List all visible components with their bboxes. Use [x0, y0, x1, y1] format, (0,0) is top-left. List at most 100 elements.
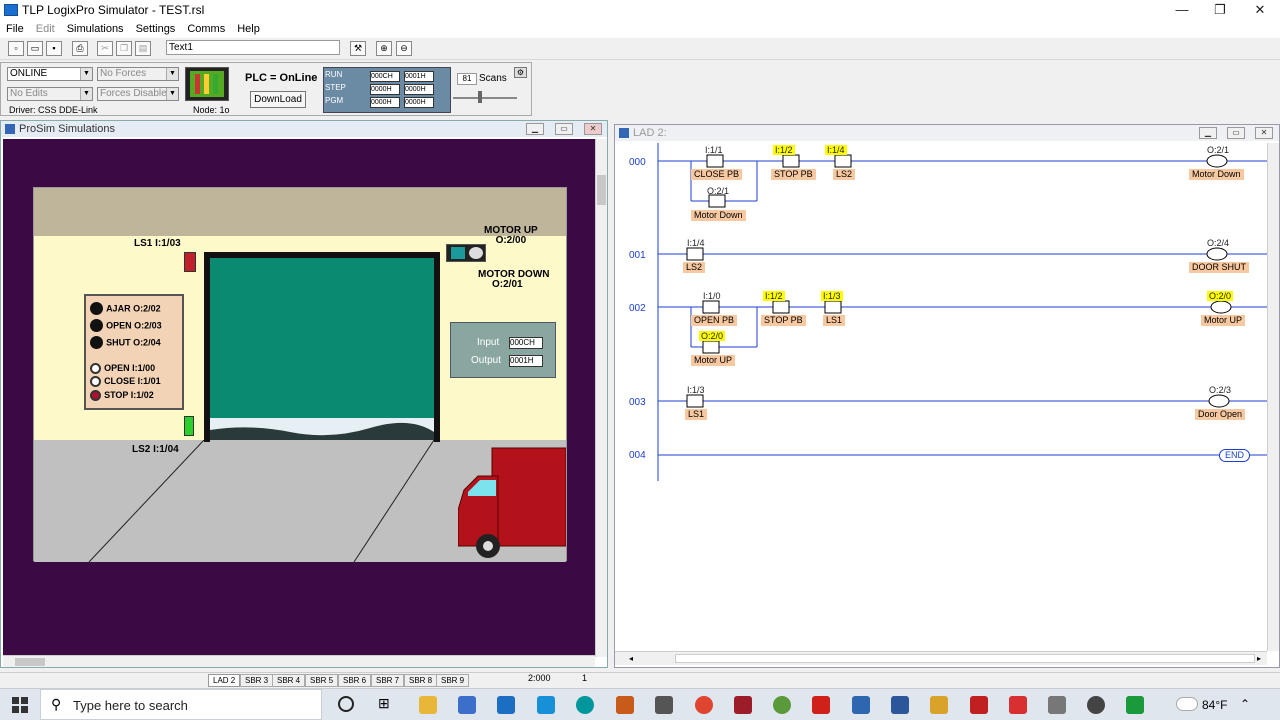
scroll-left-icon[interactable]: ◂ [629, 655, 637, 663]
scroll-thumb[interactable] [675, 654, 1255, 663]
open-folder-icon[interactable]: ▭ [27, 41, 43, 56]
slider-thumb[interactable] [478, 91, 482, 103]
open-pushbutton-icon[interactable] [90, 362, 101, 374]
tab-sbr5[interactable]: SBR 5 [305, 674, 339, 687]
print-icon[interactable]: ⎙ [72, 41, 88, 56]
tab-sbr3[interactable]: SBR 3 [240, 674, 274, 687]
step-radio-label[interactable]: STEP [325, 83, 346, 92]
menu-simulations[interactable]: Simulations [61, 23, 130, 35]
menu-file[interactable]: File [0, 23, 30, 35]
tab-lad2[interactable]: LAD 2 [208, 674, 241, 687]
acrobat-icon[interactable] [812, 696, 830, 714]
scan-rate-slider[interactable] [453, 97, 517, 99]
ladder-close-button[interactable]: ✕ [1255, 127, 1273, 139]
cube-app-icon[interactable] [655, 696, 673, 714]
settings-icon[interactable]: ⚙ [514, 67, 527, 78]
app-e-icon[interactable] [616, 696, 634, 714]
outlook-icon[interactable] [497, 696, 515, 714]
coil-label[interactable]: Door Open [1195, 409, 1246, 420]
chrome-icon[interactable] [695, 696, 713, 714]
text-field[interactable]: Text1 [166, 40, 340, 55]
arduino-icon[interactable] [576, 696, 594, 714]
coil-label[interactable]: DOOR SHUT [1189, 262, 1249, 273]
prosim-minimize-button[interactable]: ▁ [526, 123, 544, 135]
contact-label[interactable]: LS1 [685, 409, 708, 420]
menu-help[interactable]: Help [231, 23, 266, 35]
coil-label[interactable]: Motor Down [1189, 169, 1244, 180]
tools-icon[interactable]: ⚒ [350, 41, 366, 56]
store-icon[interactable] [458, 696, 476, 714]
ladder-maximize-button[interactable]: ▭ [1227, 127, 1245, 139]
app-icon[interactable] [537, 696, 555, 714]
weather-cloud-icon[interactable] [1176, 697, 1198, 711]
contact-label[interactable]: STOP PB [771, 169, 816, 180]
ladder-minimize-button[interactable]: ▁ [1199, 127, 1217, 139]
contact-label[interactable]: LS1 [823, 315, 846, 326]
panel-row: SHUT O:2/04 [90, 336, 161, 349]
new-file-icon[interactable]: ▫ [8, 41, 24, 56]
tab-sbr9[interactable]: SBR 9 [436, 674, 470, 687]
app-gray-icon[interactable] [1048, 696, 1066, 714]
menu-settings[interactable]: Settings [130, 23, 182, 35]
save-icon[interactable]: ▪ [46, 41, 62, 56]
contact-label[interactable]: LS2 [683, 262, 706, 273]
chevron-up-icon[interactable]: ⌃ [1240, 697, 1250, 711]
tab-sbr8[interactable]: SBR 8 [404, 674, 438, 687]
mode-dropdown[interactable]: ONLINE ▼ [7, 67, 93, 81]
copy-icon[interactable]: ❐ [116, 41, 132, 56]
logixpro-taskbar-icon[interactable] [1126, 696, 1144, 714]
download-button[interactable]: DownLoad [250, 91, 306, 108]
close-button[interactable]: ✕ [1240, 0, 1280, 20]
pgm-radio-label[interactable]: PGM [325, 96, 343, 105]
windows-start-icon[interactable] [12, 697, 28, 713]
app-red-icon[interactable] [734, 696, 752, 714]
app-yellow-icon[interactable] [930, 696, 948, 714]
contact-label[interactable]: Motor Down [691, 210, 746, 221]
v2-app-icon[interactable] [852, 696, 870, 714]
app-circle-icon[interactable] [1087, 696, 1105, 714]
scroll-thumb[interactable] [597, 175, 606, 205]
tab-sbr4[interactable]: SBR 4 [272, 674, 306, 687]
prosim-close-button[interactable]: ✕ [584, 123, 602, 135]
taskbar-search-box[interactable]: ⚲ Type here to search [40, 689, 322, 720]
tab-sbr6[interactable]: SBR 6 [338, 674, 372, 687]
zoom-in-icon[interactable]: ⊕ [376, 41, 392, 56]
scroll-thumb[interactable] [15, 658, 45, 666]
ladder-horizontal-scrollbar[interactable]: ◂ ▸ [615, 651, 1267, 665]
prosim-maximize-button[interactable]: ▭ [555, 123, 573, 135]
file-explorer-icon[interactable] [419, 696, 437, 714]
contact-label[interactable]: CLOSE PB [691, 169, 743, 180]
contact-label[interactable]: STOP PB [761, 315, 806, 326]
ls2-switch-icon [184, 416, 194, 436]
contact-label[interactable]: OPEN PB [691, 315, 738, 326]
menu-edit[interactable]: Edit [30, 23, 61, 35]
edits-dropdown[interactable]: No Edits ▼ [7, 87, 93, 101]
task-view-icon[interactable]: ⊞ [378, 695, 390, 712]
forces-dropdown[interactable]: No Forces ▼ [97, 67, 179, 81]
cortana-icon[interactable] [338, 696, 354, 712]
forces-state-dropdown[interactable]: Forces Disabled ▼ [97, 87, 179, 101]
ladder-vertical-scrollbar[interactable] [1267, 143, 1279, 651]
weather-temperature[interactable]: 84°F [1202, 698, 1227, 712]
ladder-editor[interactable]: 000 001 002 003 004 I:1/1 CLOSE PB I:1/2… [615, 143, 1267, 651]
minimize-button[interactable]: — [1162, 0, 1202, 20]
app-red2-icon[interactable] [1009, 696, 1027, 714]
contact-label[interactable]: LS2 [833, 169, 856, 180]
cut-icon[interactable]: ✂ [97, 41, 113, 56]
coil-label[interactable]: Motor UP [1201, 315, 1246, 326]
stop-pushbutton-icon[interactable] [90, 389, 101, 401]
maximize-button[interactable]: ❐ [1200, 0, 1240, 20]
scroll-right-icon[interactable]: ▸ [1257, 655, 1265, 663]
paste-icon[interactable]: ▤ [135, 41, 151, 56]
run-radio-label[interactable]: RUN [325, 70, 342, 79]
word-icon[interactable] [891, 696, 909, 714]
menu-comms[interactable]: Comms [181, 23, 231, 35]
pdf-app-icon[interactable] [970, 696, 988, 714]
tab-sbr7[interactable]: SBR 7 [371, 674, 405, 687]
close-pushbutton-icon[interactable] [90, 375, 101, 387]
prosim-vertical-scrollbar[interactable] [595, 139, 607, 657]
contact-label[interactable]: Motor UP [691, 355, 736, 366]
prosim-horizontal-scrollbar[interactable] [3, 655, 595, 667]
zoom-out-icon[interactable]: ⊖ [396, 41, 412, 56]
map-app-icon[interactable] [773, 696, 791, 714]
